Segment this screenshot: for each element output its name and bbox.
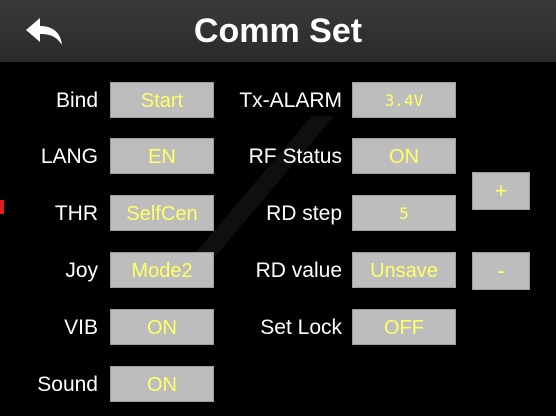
rf-status-label: RF Status	[248, 145, 342, 168]
joy-label: Joy	[65, 259, 98, 282]
joy-value[interactable]: Mode2	[110, 252, 214, 288]
set-lock-value[interactable]: OFF	[352, 309, 456, 345]
header-bar: Comm Set	[0, 0, 556, 62]
rf-status-value[interactable]: ON	[352, 138, 456, 174]
vib-value[interactable]: ON	[110, 309, 214, 345]
set-lock-label: Set Lock	[260, 316, 342, 339]
vib-label: VIB	[64, 316, 98, 339]
increment-button[interactable]: +	[472, 172, 530, 210]
lang-label: LANG	[40, 145, 98, 168]
thr-value[interactable]: SelfCen	[110, 195, 214, 231]
bind-button[interactable]: Start	[110, 82, 214, 118]
edge-marker	[0, 200, 4, 214]
decrement-button[interactable]: -	[472, 252, 530, 290]
sound-value[interactable]: ON	[110, 366, 214, 402]
tx-alarm-label: Tx-ALARM	[239, 89, 342, 112]
rd-value-label: RD value	[255, 259, 342, 282]
sound-label: Sound	[37, 373, 98, 396]
tx-alarm-value[interactable]: 3.4V	[352, 82, 456, 118]
page-title: Comm Set	[193, 12, 363, 50]
rd-value-value[interactable]: Unsave	[352, 252, 456, 288]
rd-step-label: RD step	[266, 202, 342, 225]
bind-label: Bind	[55, 89, 98, 112]
lang-value[interactable]: EN	[110, 138, 214, 174]
thr-label: THR	[54, 202, 98, 225]
rd-step-value[interactable]: 5	[352, 195, 456, 231]
